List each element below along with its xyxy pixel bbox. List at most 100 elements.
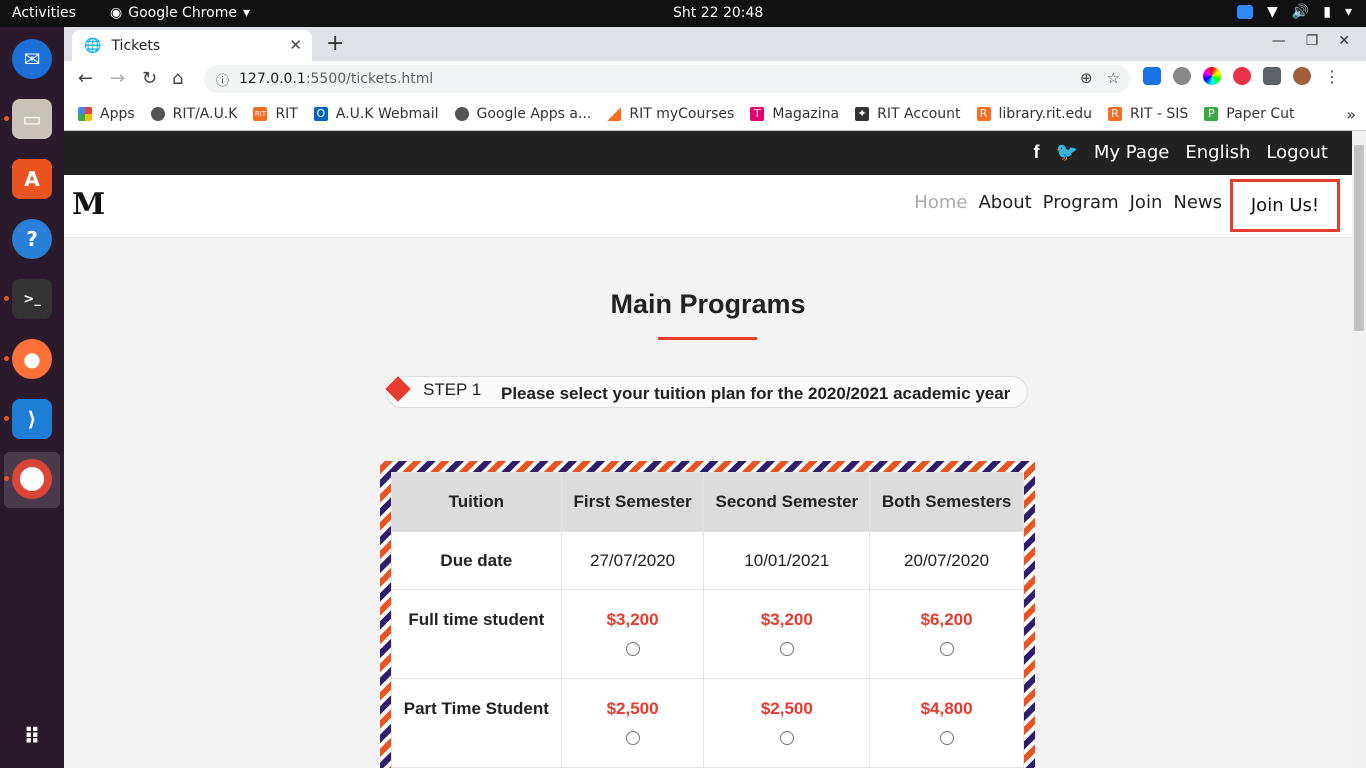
- close-tab-icon[interactable]: ✕: [289, 36, 302, 54]
- browser-window: 🌐 Tickets ✕ + — ❐ ✕ ← → ↻ ⌂ ⓘ 127.0.0.1:…: [64, 27, 1366, 131]
- wifi-icon: ▼: [1267, 4, 1278, 20]
- bookmark-star-icon[interactable]: ☆: [1107, 69, 1120, 87]
- bookmark-item[interactable]: O A.U.K Webmail: [313, 105, 439, 122]
- telekom-icon: T: [750, 106, 765, 121]
- nav-join[interactable]: Join: [1130, 192, 1163, 213]
- zoom-lens-icon[interactable]: ⊕: [1080, 69, 1093, 87]
- lastpass-extension-icon[interactable]: [1233, 67, 1251, 85]
- bookmark-label: A.U.K Webmail: [335, 105, 439, 122]
- nav-about[interactable]: About: [978, 192, 1031, 213]
- profile-avatar[interactable]: [1293, 67, 1311, 85]
- scrollbar-thumb[interactable]: [1354, 145, 1364, 331]
- bookmark-item[interactable]: RIT/A.U.K: [150, 105, 238, 122]
- tab-title: Tickets: [111, 37, 161, 54]
- activities-button[interactable]: Activities: [12, 5, 76, 21]
- clock[interactable]: Sht 22 20:48: [673, 5, 763, 21]
- plan-radio[interactable]: [779, 731, 794, 745]
- address-bar[interactable]: ⓘ 127.0.0.1:5500/tickets.html ⊕ ☆: [204, 65, 1130, 93]
- bookmark-item[interactable]: T Magazina: [750, 106, 839, 122]
- step-label: STEP 1: [423, 380, 482, 399]
- bookmark-item[interactable]: Apps: [78, 106, 135, 122]
- firefox-icon[interactable]: ●: [12, 339, 52, 379]
- battery-icon: ▮: [1323, 4, 1331, 20]
- my-page-link[interactable]: My Page: [1094, 142, 1169, 163]
- bookmark-label: Apps: [100, 105, 135, 122]
- kebab-menu-icon[interactable]: ⋮: [1323, 67, 1341, 86]
- show-apps-icon[interactable]: ⠿: [12, 717, 52, 757]
- forward-icon[interactable]: →: [110, 68, 125, 89]
- plan-radio[interactable]: [625, 642, 640, 656]
- nav-program[interactable]: Program: [1043, 192, 1119, 213]
- new-tab-icon[interactable]: +: [326, 31, 344, 56]
- bookmark-item[interactable]: RIT RIT: [253, 106, 298, 122]
- facebook-icon[interactable]: f: [1033, 142, 1039, 163]
- vscode-icon[interactable]: ⟩: [12, 399, 52, 439]
- reload-icon[interactable]: ↻: [142, 68, 157, 89]
- zoom-icon[interactable]: [1237, 5, 1254, 19]
- table-row: Part Time Student $2,500 $2,500 $4,800: [391, 678, 1024, 768]
- tuition-table-frame: Tuition First Semester Second Semester B…: [380, 461, 1035, 768]
- logout-link[interactable]: Logout: [1266, 142, 1328, 163]
- info-icon[interactable]: ⓘ: [216, 70, 229, 89]
- price: $3,200: [760, 610, 813, 629]
- bookmark-item[interactable]: ✦ RIT Account: [855, 106, 961, 122]
- bookmark-item[interactable]: Rlibrary.rit.edu: [976, 106, 1092, 122]
- close-window-icon[interactable]: ✕: [1338, 33, 1350, 49]
- color-extension-icon[interactable]: [1203, 67, 1221, 85]
- price: $2,500: [760, 699, 813, 718]
- more-bookmarks-icon[interactable]: »: [1346, 105, 1356, 124]
- twitter-icon[interactable]: 🐦: [1055, 142, 1077, 163]
- download-extension-icon[interactable]: [1143, 67, 1161, 85]
- terminal-icon[interactable]: >_: [12, 279, 52, 319]
- row-label: Due date: [391, 531, 562, 590]
- price: $3,200: [606, 610, 659, 629]
- puzzle-extensions-icon[interactable]: [1263, 67, 1281, 85]
- bug-extension-icon[interactable]: [1173, 67, 1191, 85]
- files-icon[interactable]: ▭: [12, 99, 52, 139]
- bookmark-item[interactable]: RIT myCourses: [607, 106, 734, 122]
- bookmark-item[interactable]: R RIT - SIS: [1108, 106, 1188, 122]
- help-icon[interactable]: ?: [12, 219, 52, 259]
- language-link[interactable]: English: [1185, 142, 1250, 163]
- plan-radio[interactable]: [939, 731, 954, 745]
- page-scrollbar[interactable]: [1352, 131, 1366, 768]
- minimize-icon[interactable]: —: [1272, 33, 1286, 49]
- nav-home[interactable]: Home: [914, 192, 967, 213]
- price-cell: $4,800: [869, 678, 1024, 768]
- window-controls: — ❐ ✕: [1272, 33, 1350, 49]
- nav-news[interactable]: News: [1173, 192, 1222, 213]
- dock: ✉ ▭ A ? >_ ● ⟩ ⠿: [0, 27, 64, 768]
- app-menu-label: Google Chrome: [128, 5, 237, 21]
- column-header: Both Semesters: [869, 472, 1024, 532]
- plan-radio[interactable]: [625, 731, 640, 745]
- extensions-area: ⋮: [1143, 67, 1341, 86]
- url-path: :5500/tickets.html: [305, 71, 434, 87]
- bookmark-label: RIT/A.U.K: [172, 105, 238, 122]
- software-center-icon[interactable]: A: [12, 159, 52, 199]
- plan-radio[interactable]: [779, 642, 794, 656]
- tab-tickets[interactable]: 🌐 Tickets ✕: [72, 30, 312, 61]
- chrome-icon[interactable]: [12, 459, 52, 499]
- home-icon[interactable]: ⌂: [172, 68, 183, 89]
- bookmark-label: Magazina: [772, 105, 840, 122]
- maximize-icon[interactable]: ❐: [1306, 33, 1319, 49]
- bookmark-item[interactable]: P Paper Cut: [1204, 106, 1295, 122]
- price: $2,500: [606, 699, 659, 718]
- site-logo[interactable]: M: [72, 187, 105, 222]
- thunderbird-icon[interactable]: ✉: [12, 39, 52, 79]
- app-menu[interactable]: ◉ Google Chrome ▾: [110, 5, 250, 21]
- web-page: f 🐦 My Page English Logout M Home About …: [64, 131, 1352, 768]
- main-navbar: M Home About Program Join News Join Us!: [64, 175, 1352, 238]
- join-us-button[interactable]: Join Us!: [1230, 179, 1340, 232]
- diamond-icon: [385, 376, 411, 402]
- system-tray[interactable]: ▼ 🔊 ▮ ▾: [1237, 4, 1352, 20]
- back-icon[interactable]: ←: [78, 68, 93, 89]
- bookmark-item[interactable]: Google Apps a...: [454, 106, 591, 122]
- plan-radio[interactable]: [939, 642, 954, 656]
- table-header-row: Tuition First Semester Second Semester B…: [391, 472, 1024, 532]
- column-header: Tuition: [391, 472, 562, 532]
- due-date-cell: 20/07/2020: [869, 531, 1024, 590]
- column-header: First Semester: [560, 472, 705, 532]
- running-indicator: [4, 356, 9, 361]
- due-date-row: Due date 27/07/2020 10/01/2021 20/07/202…: [391, 531, 1024, 590]
